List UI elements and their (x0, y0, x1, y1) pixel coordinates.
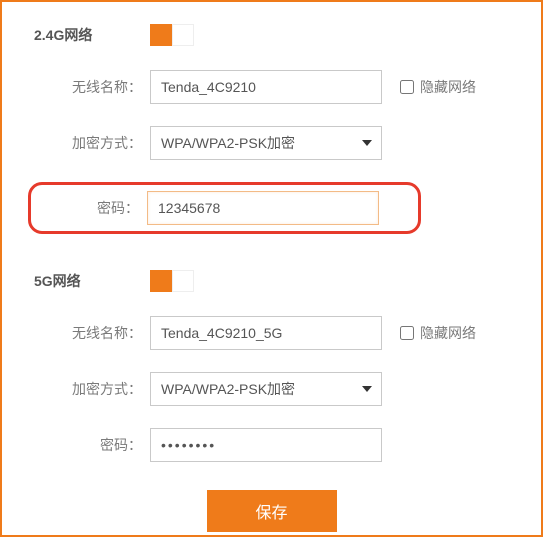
password-input-24g[interactable] (147, 191, 379, 225)
band-5g-header: 5G网络 (32, 270, 511, 292)
password-input-5g[interactable] (150, 428, 382, 462)
enc-select-24g[interactable]: WPA/WPA2-PSK加密 (150, 126, 382, 160)
band-24g-password-row-highlighted: 密码： (28, 182, 421, 234)
band-5g-password-row: 密码： (32, 428, 511, 462)
enc-label-5g: 加密方式： (32, 379, 150, 399)
save-button[interactable]: 保存 (207, 490, 337, 532)
band-5g-enc-row: 加密方式： WPA/WPA2-PSK加密 (32, 372, 511, 406)
enc-label-24g: 加密方式： (32, 133, 150, 153)
hide-network-5g[interactable]: 隐藏网络 (400, 323, 476, 343)
hide-network-checkbox-24g[interactable] (400, 80, 414, 94)
ssid-input-24g[interactable] (150, 70, 382, 104)
ssid-label-24g: 无线名称： (32, 77, 150, 97)
band-5g-toggle[interactable] (150, 270, 194, 292)
hide-network-24g[interactable]: 隐藏网络 (400, 77, 476, 97)
enc-select-wrap-5g: WPA/WPA2-PSK加密 (150, 372, 382, 406)
hide-network-checkbox-5g[interactable] (400, 326, 414, 340)
band-24g-enc-row: 加密方式： WPA/WPA2-PSK加密 (32, 126, 511, 160)
band-24g-title: 2.4G网络 (32, 25, 150, 45)
enc-select-wrap-24g: WPA/WPA2-PSK加密 (150, 126, 382, 160)
pwd-label-5g: 密码： (32, 435, 150, 455)
enc-select-5g[interactable]: WPA/WPA2-PSK加密 (150, 372, 382, 406)
ssid-input-5g[interactable] (150, 316, 382, 350)
save-row: 保存 (32, 490, 511, 532)
band-5g-title: 5G网络 (32, 271, 150, 291)
band-5g-ssid-row: 无线名称： 隐藏网络 (32, 316, 511, 350)
band-24g-header: 2.4G网络 (32, 24, 511, 46)
toggle-knob (172, 270, 194, 292)
hide-network-label-5g: 隐藏网络 (420, 323, 476, 343)
hide-network-label-24g: 隐藏网络 (420, 77, 476, 97)
ssid-label-5g: 无线名称： (32, 323, 150, 343)
band-24g-toggle[interactable] (150, 24, 194, 46)
pwd-label-24g: 密码： (33, 198, 147, 218)
band-24g-ssid-row: 无线名称： 隐藏网络 (32, 70, 511, 104)
toggle-knob (172, 24, 194, 46)
wifi-settings-panel: 2.4G网络 无线名称： 隐藏网络 加密方式： WPA/WPA2-PSK加密 密… (0, 0, 543, 537)
